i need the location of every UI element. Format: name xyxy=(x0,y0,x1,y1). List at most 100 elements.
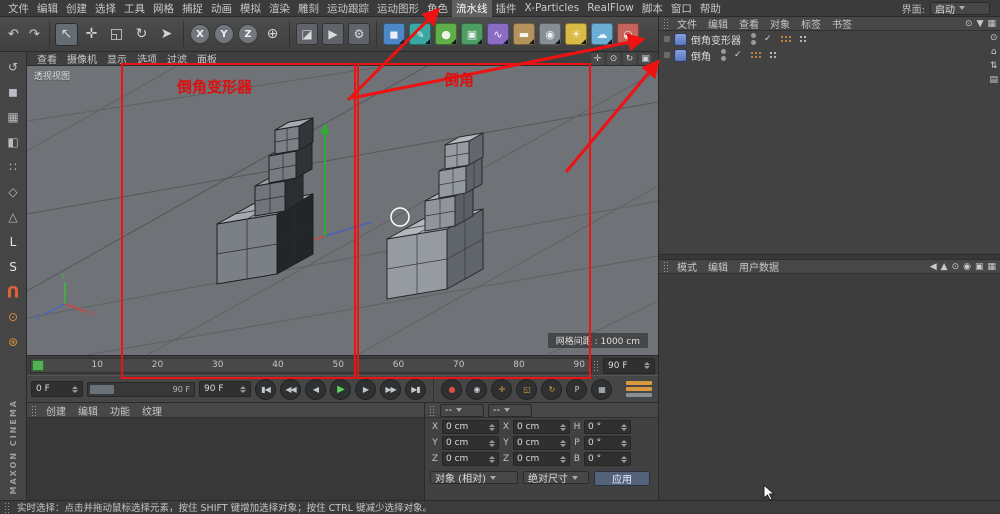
object-manager-menu-item[interactable]: 查看 xyxy=(735,16,763,31)
next-key-button[interactable]: ▶▶ xyxy=(380,378,401,400)
subdivision-surface-icon[interactable]: ● xyxy=(435,23,457,45)
object-manager-item[interactable]: 倒角变形器 ✓ xyxy=(659,31,1000,47)
timeline-layers-cluster[interactable] xyxy=(626,381,654,397)
materials-menu-item[interactable]: 功能 xyxy=(106,402,134,419)
current-frame-field[interactable]: 0 F xyxy=(31,381,83,397)
prev-frame-button[interactable]: ◀ xyxy=(305,378,326,400)
tag-icon-orange-dots[interactable] xyxy=(749,50,763,60)
record-rotation-button[interactable]: ↻ xyxy=(541,378,562,400)
spinner-icon[interactable] xyxy=(556,455,566,463)
apply-button[interactable]: 应用 xyxy=(594,471,650,486)
side-home-icon[interactable]: ⌂ xyxy=(989,47,998,57)
layout-icon[interactable]: ▦ xyxy=(987,262,996,272)
spinner-icon[interactable] xyxy=(640,362,650,369)
menubar-item[interactable]: 插件 xyxy=(492,0,521,17)
coords-header-dropdown[interactable]: -- xyxy=(488,403,532,417)
edges-mode-icon[interactable]: ◇ xyxy=(3,182,23,202)
coords-mode-dropdown[interactable]: 对象 (相对) xyxy=(430,471,518,485)
viewport-solo-icon[interactable]: S xyxy=(3,257,23,277)
coords-size-dropdown[interactable]: 绝对尺寸 xyxy=(523,471,589,485)
spinner-icon[interactable] xyxy=(617,423,627,431)
live-selection-tool[interactable]: ↖ xyxy=(55,22,78,46)
side-list-icon[interactable]: ▤ xyxy=(989,75,998,85)
move-tool[interactable]: ✛ xyxy=(80,23,103,46)
slider-handle[interactable] xyxy=(90,384,114,394)
timeline-playhead[interactable] xyxy=(32,360,44,371)
menubar-item[interactable]: 流水线 xyxy=(452,0,492,17)
record-position-button[interactable]: ✛ xyxy=(491,378,512,400)
texture-mode-icon[interactable]: ▦ xyxy=(3,107,23,127)
last-used-tool[interactable]: ➤ xyxy=(155,23,178,46)
render-picture-viewer-icon[interactable]: ▶ xyxy=(322,23,344,45)
attribute-manager-menu-item[interactable]: 模式 xyxy=(673,259,701,274)
sky-icon[interactable]: ☁ xyxy=(591,23,613,45)
tag-icon-orange-dots[interactable] xyxy=(779,34,793,44)
menubar-item[interactable]: 捕捉 xyxy=(178,0,207,17)
menubar-item[interactable]: 运动图形 xyxy=(373,0,423,17)
prev-key-button[interactable]: ◀◀ xyxy=(280,378,301,400)
rotation-value-field[interactable]: 0 ° xyxy=(584,420,631,434)
maximize-view-icon[interactable]: ▣ xyxy=(639,52,652,65)
scale-tool[interactable]: ◱ xyxy=(105,23,128,46)
rotation-value-field[interactable]: 0 ° xyxy=(584,452,631,466)
menubar-item[interactable]: 编辑 xyxy=(33,0,62,17)
lock-y-axis[interactable]: Y xyxy=(214,24,234,44)
timeline-end-field[interactable]: 90 F xyxy=(603,357,655,374)
pan-view-icon[interactable]: ✛ xyxy=(591,52,604,65)
spinner-icon[interactable] xyxy=(485,455,495,463)
side-scroll-icon[interactable]: ⇅ xyxy=(989,61,998,71)
attribute-manager-menu-item[interactable]: 编辑 xyxy=(704,259,732,274)
timeline-ruler[interactable]: 0102030405060708090 90 F xyxy=(27,355,658,375)
viewport-menu-item[interactable]: 过滤 xyxy=(163,51,191,66)
back-icon[interactable]: ◀ xyxy=(930,262,937,272)
search-icon[interactable]: ⊙ xyxy=(965,19,973,29)
viewport-menu-item[interactable]: 显示 xyxy=(103,51,131,66)
materials-menu-item[interactable]: 编辑 xyxy=(74,402,102,419)
points-mode-icon[interactable]: ∷ xyxy=(3,157,23,177)
search-icon[interactable]: ⊙ xyxy=(952,262,960,272)
render-settings-icon[interactable]: ⚙ xyxy=(348,23,370,45)
menubar-item[interactable]: 脚本 xyxy=(638,0,667,17)
attribute-manager-area[interactable] xyxy=(659,274,1000,500)
layout-icon[interactable]: ▦ xyxy=(987,19,996,29)
menubar-item[interactable]: 窗口 xyxy=(667,0,696,17)
workplane-mode-icon[interactable]: ◧ xyxy=(3,132,23,152)
render-view-icon[interactable]: ◪ xyxy=(296,23,318,45)
menubar-item[interactable]: 渲染 xyxy=(265,0,294,17)
side-search-icon[interactable]: ⊙ xyxy=(989,33,998,43)
keyframe-selection-button[interactable]: ▦ xyxy=(591,378,612,400)
object-manager-menu-item[interactable]: 书签 xyxy=(828,16,856,31)
deformer-bend-icon[interactable]: ∿ xyxy=(487,23,509,45)
object-manager-menu-item[interactable]: 编辑 xyxy=(704,16,732,31)
zoom-view-icon[interactable]: ⊙ xyxy=(607,52,620,65)
make-editable-icon[interactable]: ↺ xyxy=(3,57,23,77)
spinner-icon[interactable] xyxy=(617,455,627,463)
enabled-checkmark[interactable]: ✓ xyxy=(764,34,772,44)
size-value-field[interactable]: 0 cm xyxy=(513,452,570,466)
spinner-icon[interactable] xyxy=(236,385,246,393)
spinner-icon[interactable] xyxy=(617,439,627,447)
undo-icon[interactable]: ↶ xyxy=(4,23,23,46)
end-frame-field[interactable]: 90 F xyxy=(199,381,251,397)
menubar-item[interactable]: 角色 xyxy=(423,0,452,17)
redo-icon[interactable]: ↷ xyxy=(25,23,44,46)
menubar-item[interactable]: 创建 xyxy=(62,0,91,17)
spline-pen-icon[interactable]: ✎ xyxy=(409,23,431,45)
menubar-item[interactable]: 模拟 xyxy=(236,0,265,17)
lock-icon[interactable]: ▣ xyxy=(975,262,984,272)
light-icon[interactable]: ☀ xyxy=(565,23,587,45)
snap-magnet-icon[interactable]: U xyxy=(3,282,23,302)
object-manager-menu-item[interactable]: 文件 xyxy=(673,16,701,31)
menubar-item[interactable]: 帮助 xyxy=(696,0,725,17)
tag-icon-gray-dots[interactable] xyxy=(798,34,808,44)
menubar-item[interactable]: 雕刻 xyxy=(294,0,323,17)
camera-icon[interactable]: ◉ xyxy=(539,23,561,45)
record-keyframe-button[interactable]: ● xyxy=(441,378,462,400)
tag-icon-gray-dots[interactable] xyxy=(768,50,778,60)
next-frame-button[interactable]: ▶ xyxy=(355,378,376,400)
rotate-tool[interactable]: ↻ xyxy=(130,23,153,46)
enabled-checkmark[interactable]: ✓ xyxy=(734,50,742,60)
rotation-value-field[interactable]: 0 ° xyxy=(584,436,631,450)
viewport-menu-item[interactable]: 摄像机 xyxy=(63,51,101,66)
goto-end-button[interactable]: ▶▮ xyxy=(405,378,426,400)
